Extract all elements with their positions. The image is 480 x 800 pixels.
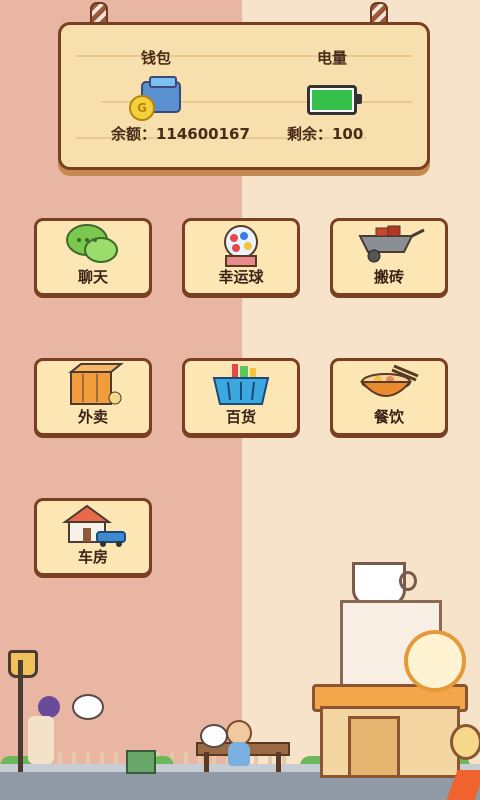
- tile-chat[interactable]: 聊天: [34, 218, 152, 298]
- power-title: 电量: [317, 49, 348, 67]
- trash-bin-icon: [126, 750, 156, 774]
- person-body: [28, 716, 54, 764]
- hanging-shop-sign-icon: [450, 724, 480, 760]
- shopping-basket-icon: [182, 362, 300, 406]
- tile-label: 餐饮: [373, 408, 404, 426]
- wallet-title: 钱包: [141, 49, 172, 67]
- coin-icon: G: [129, 95, 155, 121]
- tile-label: 幸运球: [218, 268, 264, 286]
- tile-catering[interactable]: 餐饮: [330, 358, 448, 438]
- person-dress: [228, 742, 250, 766]
- tile-label: 百货: [225, 408, 256, 426]
- tile-label: 外卖: [77, 408, 108, 426]
- food-bowl-icon: [330, 362, 448, 406]
- speech-bubble-icon: [200, 724, 228, 748]
- tile-label: 车房: [77, 548, 108, 566]
- house-car-icon: [34, 502, 152, 547]
- coffee-sign-icon: [404, 630, 466, 692]
- balance-text: 余额：114600167: [111, 125, 250, 143]
- tile-lucky-ball[interactable]: 幸运球: [182, 218, 300, 298]
- speech-bubble-icon: [72, 694, 104, 720]
- lucky-ball-machine-icon: [182, 222, 300, 267]
- street-lamp-icon: [8, 650, 38, 678]
- chat-bubbles-icon: [34, 222, 152, 266]
- battery-icon: [307, 85, 362, 115]
- status-sign: 钱包 电量 G 余额：114600167 剩余：100: [58, 22, 430, 170]
- remaining-text: 剩余：100: [287, 125, 364, 143]
- tile-label: 搬砖: [373, 268, 404, 286]
- delivery-box-icon: [34, 362, 152, 406]
- tile-move-bricks[interactable]: 搬砖: [330, 218, 448, 298]
- tile-delivery[interactable]: 外卖: [34, 358, 152, 438]
- tile-label: 聊天: [77, 268, 108, 286]
- wheelbarrow-bricks-icon: [330, 222, 448, 266]
- tile-car-house[interactable]: 车房: [34, 498, 152, 578]
- person-reading-phone: [38, 696, 60, 718]
- street-lamp-post: [18, 660, 23, 772]
- tile-department-store[interactable]: 百货: [182, 358, 300, 438]
